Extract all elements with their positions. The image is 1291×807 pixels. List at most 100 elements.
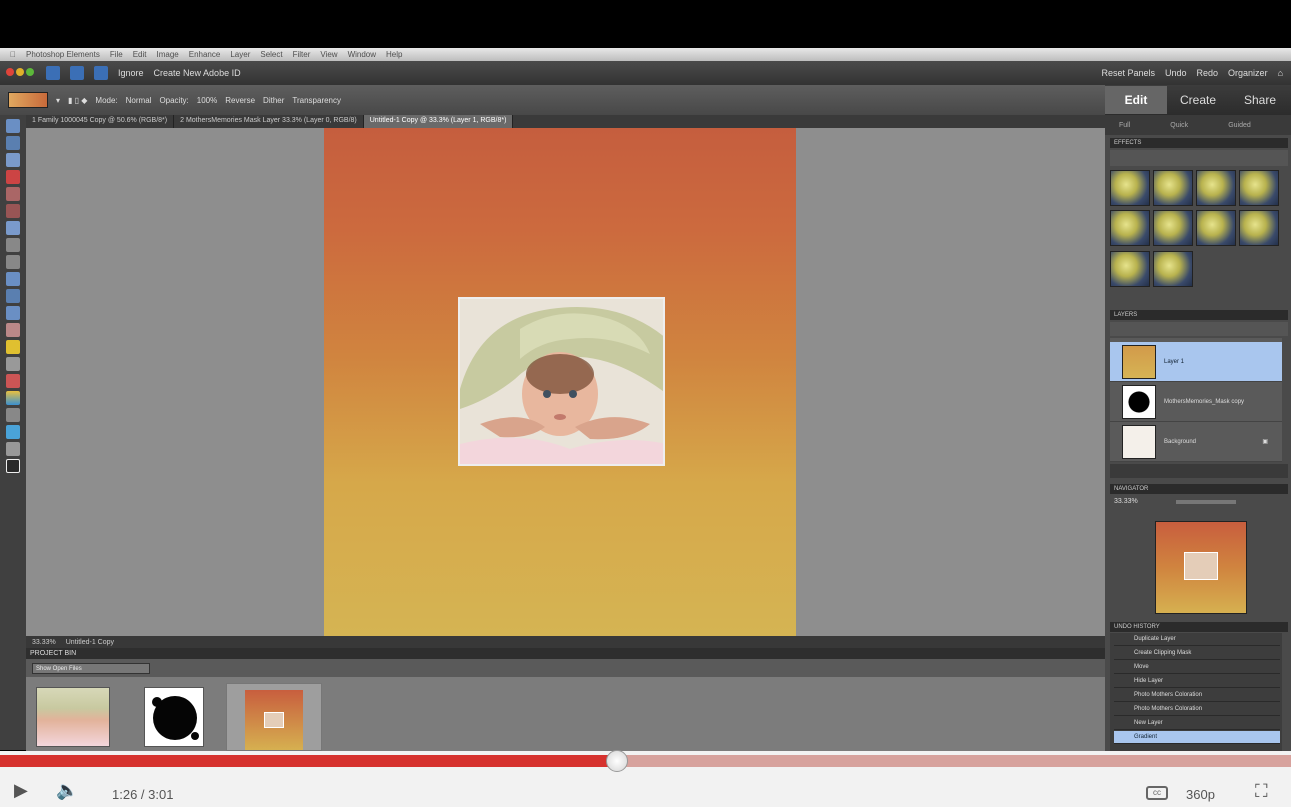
effect-thumb[interactable] <box>1110 170 1150 206</box>
dither-checkbox[interactable]: Dither <box>263 96 284 105</box>
doc-tab-mask[interactable]: 2 MothersMemories Mask Layer 33.3% (Laye… <box>174 115 364 128</box>
layers-footer-buttons[interactable] <box>1110 464 1288 478</box>
redeye-tool-icon[interactable] <box>6 238 20 252</box>
baby-photo-layer[interactable] <box>458 297 665 466</box>
navigator-zoom-slider[interactable] <box>1176 500 1236 504</box>
zoom-tool-icon[interactable] <box>6 136 20 150</box>
gradient-type-icons[interactable]: ▮ ▯ ◆ <box>68 96 87 105</box>
captions-icon[interactable]: cc <box>1146 786 1168 800</box>
bin-thumb-baby-photo[interactable] <box>36 687 110 747</box>
apple-icon[interactable]:  <box>10 50 16 59</box>
brush-tool-icon[interactable] <box>6 340 20 354</box>
blur-tool-icon[interactable] <box>6 425 20 439</box>
layer-row[interactable]: MothersMemories_Mask copy <box>1110 382 1282 422</box>
bin-thumb-mask[interactable] <box>144 687 204 747</box>
reset-panels-button[interactable]: Reset Panels <box>1101 68 1155 78</box>
crop-tool-icon[interactable] <box>6 272 20 286</box>
effect-thumb[interactable] <box>1110 210 1150 247</box>
layers-panel-header[interactable]: LAYERS <box>1110 310 1288 320</box>
type-tool-icon[interactable] <box>6 255 20 269</box>
clone-stamp-tool-icon[interactable] <box>6 289 20 303</box>
menu-item-app[interactable]: Photoshop Elements <box>26 50 100 59</box>
doc-tab-untitled[interactable]: Untitled-1 Copy @ 33.3% (Layer 1, RGB/8*… <box>363 115 514 128</box>
effect-thumb[interactable] <box>1239 170 1279 206</box>
quick-selection-tool-icon[interactable] <box>6 221 20 235</box>
quality-button[interactable]: 360p <box>1186 787 1215 802</box>
navigator-panel-header[interactable]: NAVIGATOR <box>1110 484 1288 494</box>
effect-thumb[interactable] <box>1153 210 1193 247</box>
tab-edit[interactable]: Edit <box>1105 86 1167 114</box>
layer-row[interactable]: Layer 1 <box>1110 342 1282 382</box>
project-bin-filter-select[interactable]: Show Open Files <box>32 663 150 674</box>
play-icon[interactable]: ▶ <box>14 780 28 801</box>
redo-button[interactable]: Redo <box>1197 68 1219 78</box>
history-step[interactable]: New Layer <box>1114 717 1280 730</box>
effect-thumb[interactable] <box>1196 210 1236 247</box>
paint-bucket-tool-icon[interactable] <box>6 374 20 388</box>
volume-icon[interactable]: 🔈 <box>56 780 78 801</box>
effect-thumb[interactable] <box>1196 170 1236 206</box>
effects-filter-bar[interactable] <box>1110 150 1288 166</box>
reverse-checkbox[interactable]: Reverse <box>225 96 255 105</box>
menu-item-edit[interactable]: Edit <box>133 50 147 59</box>
navigator-preview[interactable] <box>1155 521 1247 614</box>
history-step[interactable]: Hide Layer <box>1114 675 1280 688</box>
gradient-edit-button[interactable]: ▾ <box>56 96 60 105</box>
tab-full[interactable]: Full <box>1119 122 1130 129</box>
effect-thumb[interactable] <box>1153 170 1193 206</box>
hand-tool-icon[interactable] <box>6 153 20 167</box>
effect-thumb[interactable] <box>1110 250 1150 287</box>
layers-options-bar[interactable] <box>1110 322 1288 336</box>
zoom-icon[interactable] <box>26 68 34 76</box>
project-bin-header[interactable]: PROJECT BIN <box>26 648 1105 659</box>
eraser-tool-icon[interactable] <box>6 323 20 337</box>
effect-thumb[interactable] <box>1239 210 1279 247</box>
move-tool-icon[interactable] <box>6 119 20 133</box>
history-step[interactable]: Create Clipping Mask <box>1114 647 1280 660</box>
history-step[interactable]: Photo Mothers Coloration <box>1114 703 1280 716</box>
eyedropper-tool-icon[interactable] <box>6 170 20 184</box>
history-step[interactable]: Move <box>1114 661 1280 674</box>
organizer-button[interactable]: Organizer <box>1228 68 1268 78</box>
layer-row[interactable]: Background ▣ <box>1110 422 1282 462</box>
create-adobe-id-link[interactable]: Create New Adobe ID <box>154 68 241 78</box>
marquee-tool-icon[interactable] <box>6 187 20 201</box>
menu-item-view[interactable]: View <box>320 50 337 59</box>
home-screen-icon[interactable]: ⌂ <box>1278 68 1283 78</box>
gradient-swatch[interactable] <box>8 92 48 108</box>
ignore-button[interactable]: Ignore <box>118 68 144 78</box>
bin-thumb-active-wrapper[interactable] <box>226 683 322 751</box>
fullscreen-icon[interactable]: ⛶ <box>1255 781 1268 802</box>
home-icon[interactable] <box>46 66 60 80</box>
effect-thumb[interactable] <box>1153 250 1193 287</box>
close-icon[interactable] <box>6 68 14 76</box>
zoom-percent[interactable]: 33.33% <box>32 639 56 646</box>
effects-panel-header[interactable]: EFFECTS <box>1110 138 1288 148</box>
shape-tool-icon[interactable] <box>6 408 20 422</box>
menu-item-window[interactable]: Window <box>348 50 376 59</box>
open-icon[interactable] <box>70 66 84 80</box>
menu-item-file[interactable]: File <box>110 50 123 59</box>
doc-tab-family[interactable]: 1 Family 1000045 Copy @ 50.6% (RGB/8*) <box>26 115 175 128</box>
lasso-tool-icon[interactable] <box>6 204 20 218</box>
navigator-zoom-value[interactable]: 33.33% <box>1114 498 1138 505</box>
undo-history-panel-header[interactable]: UNDO HISTORY <box>1110 622 1288 632</box>
history-step[interactable]: Gradient <box>1114 731 1280 744</box>
sponge-tool-icon[interactable] <box>6 442 20 456</box>
menu-item-layer[interactable]: Layer <box>230 50 250 59</box>
healing-tool-icon[interactable] <box>6 306 20 320</box>
undo-button[interactable]: Undo <box>1165 68 1187 78</box>
history-step[interactable]: Photo Mothers Coloration <box>1114 689 1280 702</box>
opacity-value[interactable]: 100% <box>197 96 217 105</box>
menu-item-help[interactable]: Help <box>386 50 402 59</box>
tab-create[interactable]: Create <box>1167 86 1229 114</box>
tab-guided[interactable]: Guided <box>1228 122 1251 129</box>
mode-select[interactable]: Normal <box>126 96 152 105</box>
tab-share[interactable]: Share <box>1229 86 1291 114</box>
menu-item-enhance[interactable]: Enhance <box>189 50 221 59</box>
video-scrubber-handle[interactable] <box>606 750 628 772</box>
pencil-tool-icon[interactable] <box>6 357 20 371</box>
menu-item-select[interactable]: Select <box>260 50 282 59</box>
foreground-color-swatch[interactable] <box>6 459 20 473</box>
minimize-icon[interactable] <box>16 68 24 76</box>
